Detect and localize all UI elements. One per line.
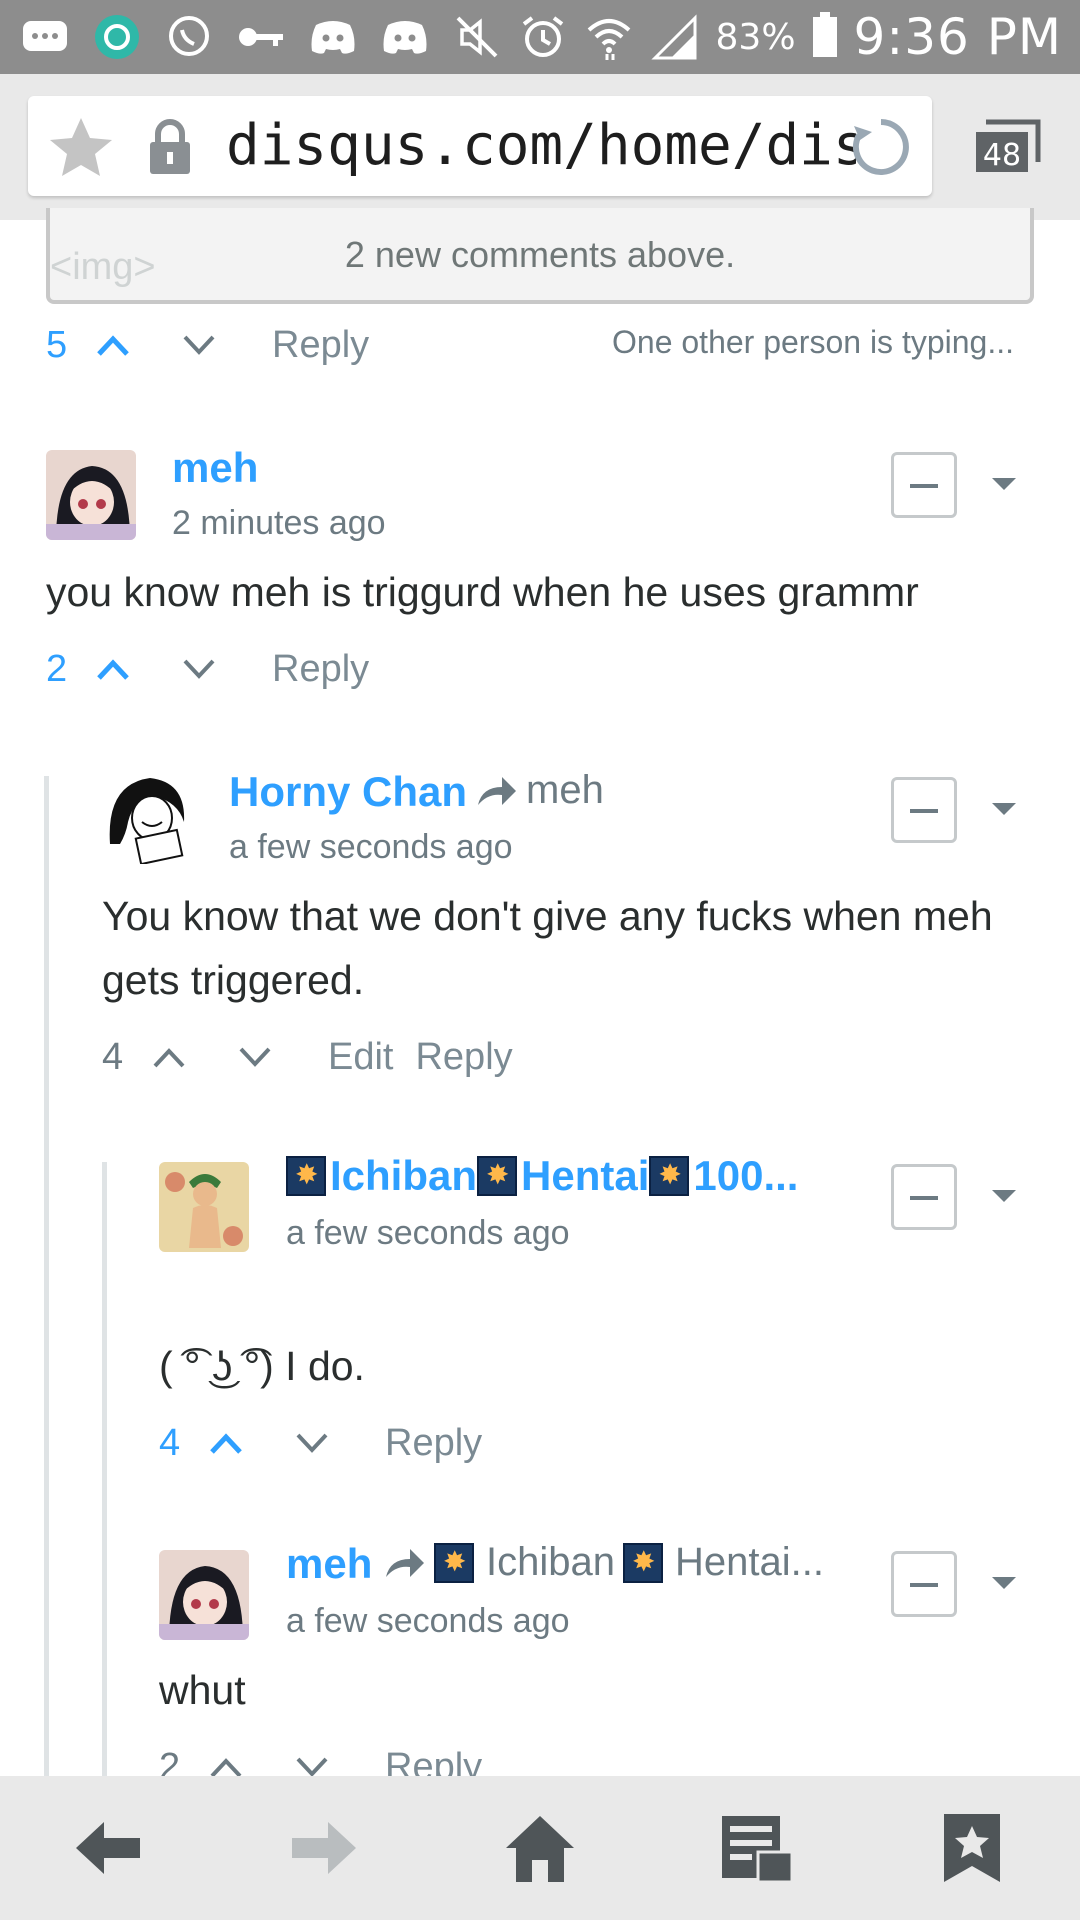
reply-to-name[interactable]: meh: [526, 768, 604, 813]
comment-menu-caret-icon[interactable]: [992, 1190, 1016, 1202]
clock: 9:36 PM: [853, 8, 1062, 66]
comment-text: ( ͡° ͜ʖ ͡°) I do.: [159, 1343, 365, 1389]
comment-time[interactable]: a few seconds ago: [229, 828, 513, 867]
bookmark-star-icon[interactable]: [48, 116, 114, 178]
wifi-icon: [584, 12, 634, 62]
reply-to-part[interactable]: Hentai...: [675, 1540, 824, 1585]
reload-icon[interactable]: [850, 116, 912, 178]
collapse-button[interactable]: [891, 777, 957, 843]
author-part[interactable]: 100...: [693, 1152, 798, 1199]
collapse-button[interactable]: [891, 1164, 957, 1230]
avatar[interactable]: [102, 774, 192, 864]
reply-to-indicator[interactable]: Ichiban Hentai...: [382, 1540, 824, 1585]
vote-count: 5: [46, 323, 68, 366]
fireworks-emoji-icon: [477, 1156, 518, 1196]
vpn-key-icon: [236, 12, 286, 62]
upvote-icon[interactable]: [96, 333, 130, 357]
bookmarks-icon[interactable]: [934, 1812, 1010, 1884]
comment-actions: 5 Reply: [46, 320, 369, 370]
typing-indicator: One other person is typing...: [612, 324, 1014, 360]
comment-menu-caret-icon[interactable]: [992, 803, 1016, 815]
comment-menu-caret-icon[interactable]: [992, 1577, 1016, 1589]
comment-actions: 2 Reply: [46, 644, 369, 694]
tabs-button[interactable]: 48: [972, 118, 1042, 176]
signal-icon: [650, 12, 700, 62]
fireworks-emoji-icon: [622, 1542, 663, 1583]
avatar[interactable]: [159, 1162, 249, 1252]
battery-icon: [812, 11, 838, 63]
alarm-icon: [518, 12, 568, 62]
sync-app-icon: [92, 12, 142, 62]
comment-text: whut: [159, 1667, 246, 1713]
reply-arrow-icon: [386, 1548, 424, 1577]
upvote-icon[interactable]: [152, 1045, 186, 1069]
reply-to-part[interactable]: Ichiban: [486, 1540, 615, 1585]
reply-link[interactable]: Reply: [272, 648, 369, 691]
tab-count: 48: [983, 138, 1021, 173]
vote-count: 4: [159, 1421, 181, 1464]
home-icon[interactable]: [502, 1812, 578, 1884]
whatsapp-icon: [164, 12, 214, 62]
reply-link[interactable]: Reply: [385, 1422, 482, 1465]
collapse-button[interactable]: [891, 452, 957, 518]
downvote-icon[interactable]: [182, 657, 216, 681]
downvote-icon[interactable]: [238, 1045, 272, 1069]
notice-text[interactable]: 2 new comments above.: [50, 234, 1030, 276]
saved-pages-icon[interactable]: [718, 1812, 794, 1884]
comment-time[interactable]: 2 minutes ago: [172, 504, 386, 543]
thread-line: [102, 1162, 107, 1776]
author-part[interactable]: Ichiban: [330, 1152, 477, 1199]
vote-count: 4: [102, 1035, 124, 1078]
forward-arrow-icon[interactable]: [286, 1812, 362, 1884]
comment-author[interactable]: Horny Chan: [229, 768, 467, 816]
upvote-icon[interactable]: [96, 657, 130, 681]
browser-toolbar: disqus.com/home/discuss 48: [0, 74, 1080, 220]
comment-text: you know meh is triggurd when he uses gr…: [46, 569, 919, 615]
reply-link[interactable]: Reply: [415, 1036, 512, 1079]
avatar[interactable]: [159, 1550, 249, 1640]
comment-time[interactable]: a few seconds ago: [286, 1214, 570, 1253]
downvote-icon[interactable]: [182, 333, 216, 357]
browser-bottom-bar: [0, 1776, 1080, 1920]
reply-to-indicator[interactable]: meh: [474, 768, 604, 813]
fireworks-emoji-icon: [286, 1156, 326, 1196]
status-bar: 83% 9:36 PM: [0, 0, 1080, 74]
reply-arrow-icon: [478, 776, 516, 805]
comment-text: You know that we don't give any fucks wh…: [102, 893, 993, 1003]
collapse-button[interactable]: [891, 1551, 957, 1617]
new-comments-notice[interactable]: <img> 2 new comments above.: [46, 208, 1034, 304]
battery-percent: 83%: [715, 16, 796, 58]
downvote-icon[interactable]: [295, 1431, 329, 1455]
fireworks-emoji-icon: [434, 1542, 474, 1583]
reply-link[interactable]: Reply: [272, 324, 369, 367]
fireworks-emoji-icon: [649, 1156, 690, 1196]
url-text[interactable]: disqus.com/home/discuss: [226, 112, 856, 180]
comment-actions: 4 Reply: [159, 1418, 482, 1468]
discord-icon: [308, 12, 358, 62]
discord-icon-2: [380, 12, 430, 62]
upvote-icon[interactable]: [209, 1431, 243, 1455]
messages-icon: [20, 12, 70, 62]
comment-author[interactable]: meh: [172, 444, 258, 492]
comment-author[interactable]: Ichiban Hentai 100...: [286, 1152, 798, 1200]
thread-line: [44, 776, 49, 1776]
comment-author[interactable]: meh: [286, 1540, 372, 1588]
edit-link[interactable]: Edit: [328, 1036, 393, 1079]
comment-time[interactable]: a few seconds ago: [286, 1602, 570, 1641]
avatar[interactable]: [46, 450, 136, 540]
author-part[interactable]: Hentai: [521, 1152, 649, 1199]
comment-menu-caret-icon[interactable]: [992, 478, 1016, 490]
comment-actions: 4 Edit Reply: [102, 1032, 513, 1082]
address-bar[interactable]: disqus.com/home/discuss: [28, 96, 932, 196]
back-arrow-icon[interactable]: [70, 1812, 146, 1884]
vote-count: 2: [46, 647, 68, 690]
lock-icon: [146, 118, 194, 176]
mute-icon: [452, 12, 502, 62]
